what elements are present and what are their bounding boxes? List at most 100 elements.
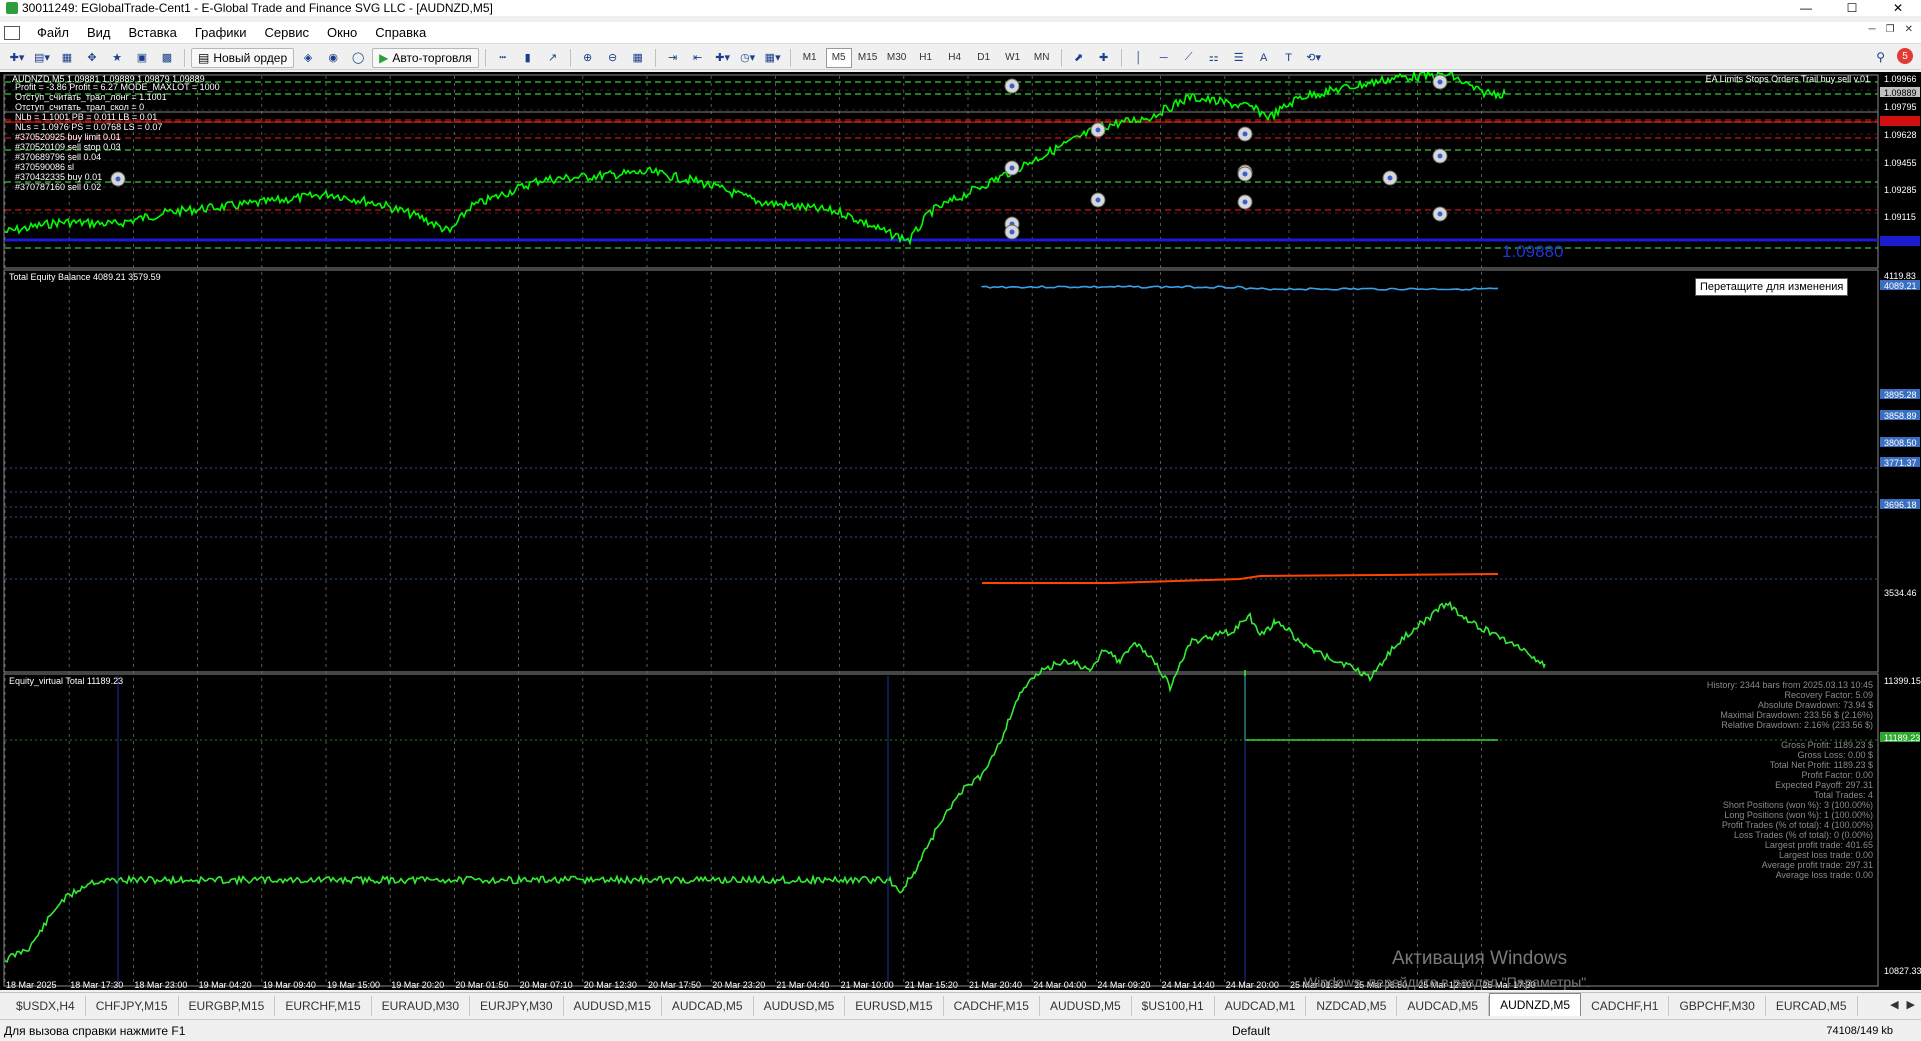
chart-tab[interactable]: EURJPY,M30 <box>470 996 564 1016</box>
zoom-out-icon[interactable]: ⊖ <box>602 48 624 68</box>
chart-tab[interactable]: AUDUSD,M5 <box>754 996 846 1016</box>
timeframe-mn[interactable]: MN <box>1029 48 1055 68</box>
tab-right-icon[interactable]: ▶ <box>1907 998 1915 1011</box>
equity-axis-label: 3771.37 <box>1884 458 1917 468</box>
mdi-restore-button[interactable]: ❐ <box>1886 24 1895 35</box>
menu-file[interactable]: Файл <box>28 25 78 40</box>
search-icon[interactable]: ⚲ <box>1876 50 1885 64</box>
close-button[interactable]: ✕ <box>1875 0 1921 16</box>
chart-tab[interactable]: AUDNZD,M5 <box>1489 993 1582 1016</box>
chart-tab[interactable]: NZDCAD,M5 <box>1306 996 1398 1016</box>
chart-window[interactable]: AUDNZD,M5 1.09881 1.09889 1.09879 1.0988… <box>0 72 1921 990</box>
time-axis-label: 24 Mar 14:40 <box>1162 980 1215 990</box>
chart-tab[interactable]: AUDCAD,M5 <box>662 996 754 1016</box>
new-chart-icon[interactable]: ✚▾ <box>6 48 28 68</box>
chart-tab[interactable]: EURUSD,M15 <box>845 996 944 1016</box>
menu-charts[interactable]: Графики <box>186 25 256 40</box>
equity-line <box>981 285 1499 291</box>
fibonacci-icon[interactable]: ☰ <box>1228 48 1250 68</box>
chart-canvas[interactable]: AUDNZD,M5 1.09881 1.09889 1.09879 1.0988… <box>0 72 1921 990</box>
chart-tab[interactable]: CADCHF,M15 <box>944 996 1040 1016</box>
candlestick-icon[interactable]: ▮ <box>517 48 539 68</box>
maximize-button[interactable]: ☐ <box>1829 0 1875 16</box>
chart-tab[interactable]: AUDUSD,M15 <box>564 996 662 1016</box>
text-icon[interactable]: A <box>1253 48 1275 68</box>
menu-tools[interactable]: Сервис <box>256 25 319 40</box>
indicators-icon[interactable]: ✚▾ <box>712 48 734 68</box>
toolbar-separator <box>569 48 571 67</box>
templates-icon[interactable]: ▦▾ <box>762 48 784 68</box>
timeframe-m5[interactable]: M5 <box>825 47 852 68</box>
toolbar-separator <box>1120 48 1122 67</box>
chart-shift-icon[interactable]: ⇤ <box>687 48 709 68</box>
timeframe-h1[interactable]: H1 <box>913 48 939 68</box>
menu-insert[interactable]: Вставка <box>120 25 186 40</box>
arrows-icon[interactable]: ⟲▾ <box>1303 48 1325 68</box>
chart-tab[interactable]: $US100,H1 <box>1132 996 1215 1016</box>
autotrading-button[interactable]: ▶ Авто-торговля <box>372 47 479 68</box>
market-icon[interactable]: ◯ <box>347 48 369 68</box>
menu-help[interactable]: Справка <box>366 25 435 40</box>
virtual-axis-label: 10827.33 <box>1884 966 1921 976</box>
tab-left-icon[interactable]: ◀ <box>1890 998 1898 1011</box>
toolbar-separator <box>654 48 656 67</box>
notifications-badge[interactable]: 5 <box>1897 48 1913 64</box>
time-axis-label: 18 Mar 2025 <box>6 980 57 990</box>
chart-tab[interactable]: AUDUSD,M5 <box>1040 996 1132 1016</box>
metaeditor-icon[interactable]: ◈ <box>297 48 319 68</box>
order-marker-dot <box>1009 83 1015 89</box>
timeframe-m30[interactable]: M30 <box>884 48 910 68</box>
trendline-icon[interactable]: ⟋ <box>1178 48 1200 68</box>
strategy-tester-icon[interactable]: ▩ <box>156 48 178 68</box>
data-window-icon[interactable]: ✥ <box>81 48 103 68</box>
chart-window-icon[interactable] <box>4 25 20 40</box>
minimize-button[interactable]: — <box>1783 0 1829 16</box>
signals-icon[interactable]: ◉ <box>322 48 344 68</box>
chart-tab[interactable]: GBPCHF,M30 <box>1669 996 1766 1016</box>
vertical-line-icon[interactable]: │ <box>1128 48 1150 68</box>
text-label-icon[interactable]: T <box>1278 48 1300 68</box>
timeframe-m1[interactable]: M1 <box>797 48 823 68</box>
chart-tab[interactable]: AUDCAD,M5 <box>1397 996 1490 1016</box>
virtual-equity-line <box>4 600 1546 963</box>
chart-tab[interactable]: $USDX,H4 <box>6 996 86 1016</box>
status-help: Для вызова справки нажмите F1 <box>4 1023 186 1038</box>
timeframe-d1[interactable]: D1 <box>971 48 997 68</box>
new-order-button[interactable]: ▤ Новый ордер <box>191 47 295 68</box>
market-watch-icon[interactable]: ▦ <box>56 48 78 68</box>
bar-chart-icon[interactable]: ┅ <box>492 48 514 68</box>
tile-windows-icon[interactable]: ▦ <box>627 48 649 68</box>
stats-line: Maximal Drawdown: 233.56 $ (2.16%) <box>1720 710 1873 720</box>
periods-icon[interactable]: ◷▾ <box>737 48 759 68</box>
timeframe-m15[interactable]: M15 <box>855 48 881 68</box>
chart-tab[interactable]: CHFJPY,M15 <box>86 996 179 1016</box>
zoom-in-icon[interactable]: ⊕ <box>577 48 599 68</box>
order-marker-dot <box>1437 211 1443 217</box>
time-axis-label: 20 Mar 07:10 <box>520 980 573 990</box>
chart-tab[interactable]: EURGBP,M15 <box>179 996 276 1016</box>
mdi-minimize-button[interactable]: ─ <box>1869 24 1876 35</box>
tab-scroll: ◀ ▶ <box>1890 998 1915 1011</box>
channel-icon[interactable]: ⚏ <box>1203 48 1225 68</box>
timeframe-w1[interactable]: W1 <box>1000 48 1026 68</box>
equity-axis-label: 4089.21 <box>1884 281 1917 291</box>
horizontal-line-icon[interactable]: ─ <box>1153 48 1175 68</box>
chart-tab[interactable]: EURAUD,M30 <box>372 996 471 1016</box>
terminal-icon[interactable]: ▣ <box>131 48 153 68</box>
auto-scroll-icon[interactable]: ⇥ <box>662 48 684 68</box>
chart-tab[interactable]: AUDCAD,M1 <box>1215 996 1307 1016</box>
menu-view[interactable]: Вид <box>78 25 120 40</box>
profiles-icon[interactable]: ▤▾ <box>31 48 53 68</box>
navigator-icon[interactable]: ★ <box>106 48 128 68</box>
line-chart-icon[interactable]: ↗ <box>542 48 564 68</box>
mdi-close-button[interactable]: ✕ <box>1905 24 1913 35</box>
equity-axis-label: 3895.28 <box>1884 390 1917 400</box>
menu-window[interactable]: Окно <box>318 25 366 40</box>
crosshair-icon[interactable]: ✚ <box>1093 48 1115 68</box>
cursor-icon[interactable]: ⬈ <box>1068 48 1090 68</box>
chart-tab[interactable]: EURCHF,M15 <box>275 996 372 1016</box>
chart-tab[interactable]: EURCAD,M5 <box>1766 996 1858 1016</box>
timeframe-h4[interactable]: H4 <box>942 48 968 68</box>
chart-tab[interactable]: CADCHF,H1 <box>1581 996 1670 1016</box>
order-marker-dot <box>1242 131 1248 137</box>
